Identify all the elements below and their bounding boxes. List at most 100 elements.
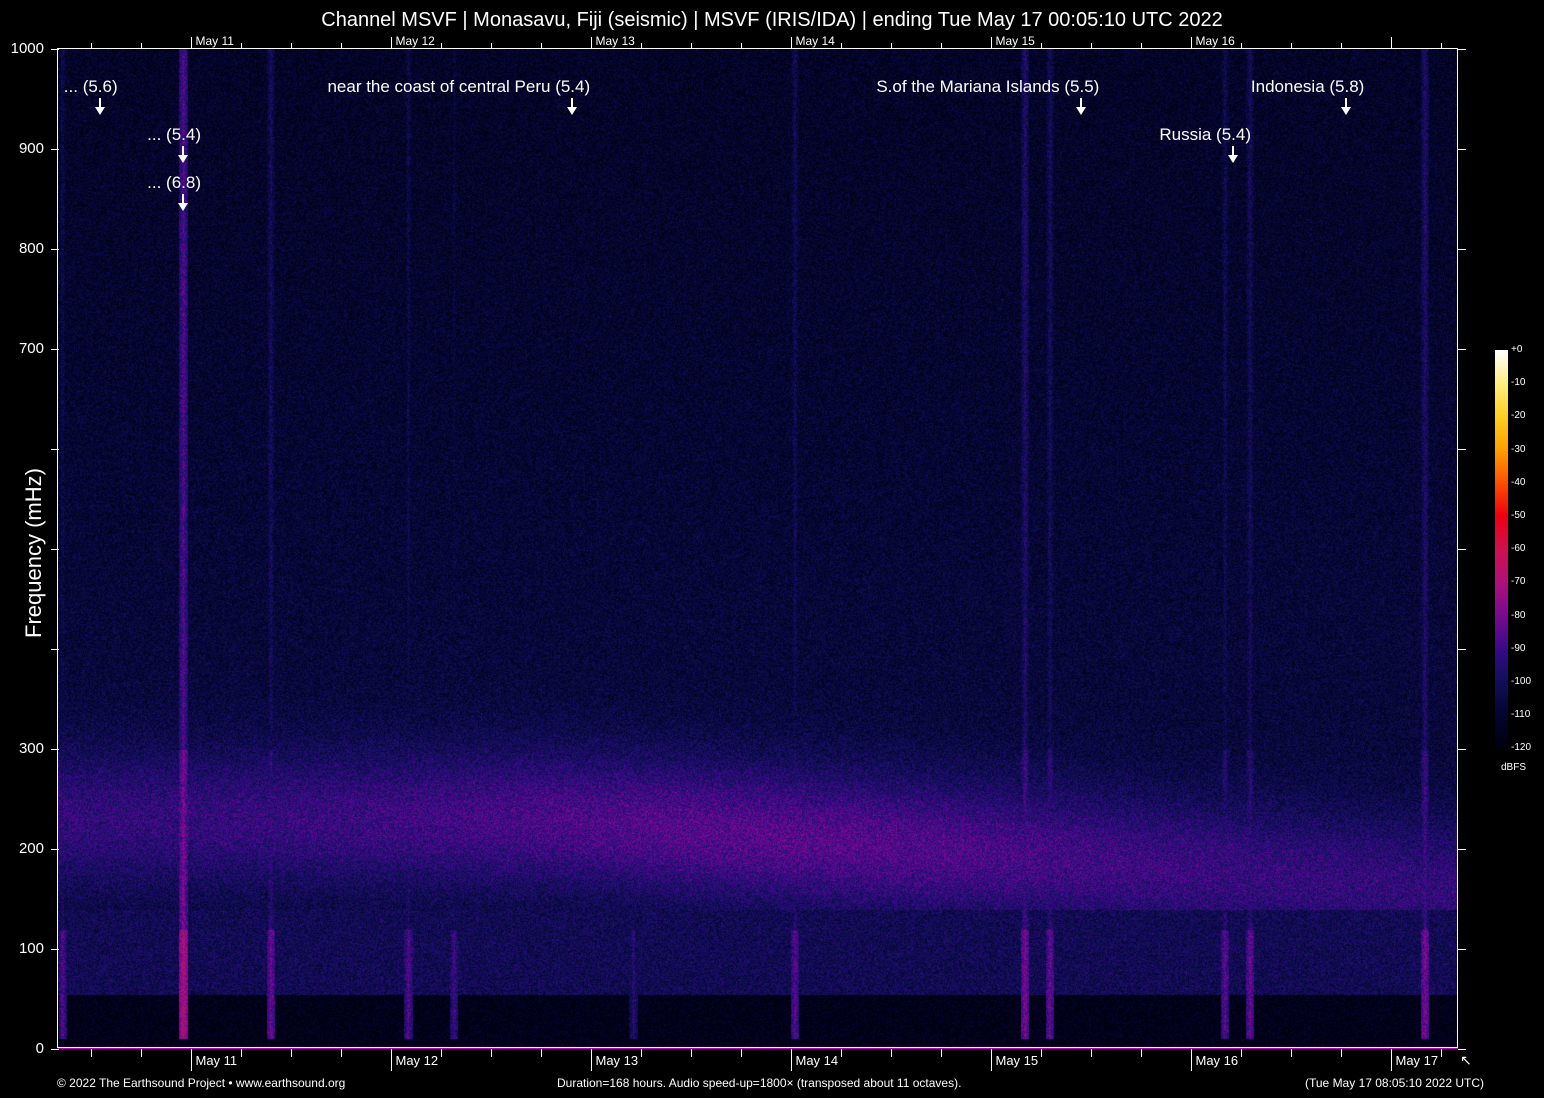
x-tick-label-top: May 12 bbox=[396, 34, 435, 48]
x-tick-top bbox=[441, 43, 442, 49]
event-label: ... (5.6) bbox=[64, 77, 118, 97]
x-tick-label: May 17 bbox=[1396, 1053, 1439, 1068]
x-tick-minor bbox=[491, 1049, 492, 1057]
colorbar-tick-label: -110 bbox=[1511, 709, 1530, 720]
colorbar-tick-label: -80 bbox=[1511, 610, 1525, 621]
y-tick-right bbox=[1458, 849, 1466, 850]
event-label: ... (6.8) bbox=[147, 173, 201, 193]
x-tick-label-top: May 14 bbox=[796, 34, 835, 48]
x-tick-major bbox=[591, 1049, 592, 1071]
x-tick-top bbox=[1341, 43, 1342, 49]
x-tick-label-top: May 11 bbox=[196, 34, 234, 48]
x-tick-top bbox=[1441, 43, 1442, 49]
x-tick-top bbox=[591, 37, 592, 49]
colorbar-tick-label: -30 bbox=[1511, 444, 1525, 455]
x-tick-minor bbox=[1441, 1049, 1442, 1057]
event-arrowhead-icon bbox=[95, 107, 105, 115]
spectrogram-plot bbox=[58, 49, 1458, 1049]
y-tick-right bbox=[1458, 649, 1466, 650]
x-tick-top bbox=[1241, 43, 1242, 49]
x-tick-minor bbox=[1141, 1049, 1142, 1057]
x-tick-top bbox=[1091, 43, 1092, 49]
x-tick-top bbox=[791, 37, 792, 49]
y-tick-label: 0 bbox=[0, 1040, 44, 1057]
x-tick-top bbox=[891, 43, 892, 49]
x-tick-top bbox=[991, 37, 992, 49]
chart-title: Channel MSVF | Monasavu, Fiji (seismic) … bbox=[0, 9, 1544, 32]
footer-duration: Duration=168 hours. Audio speed-up=1800×… bbox=[557, 1076, 961, 1090]
event-arrowhead-icon bbox=[178, 203, 188, 211]
event-arrowhead-icon bbox=[1228, 155, 1238, 163]
event-label: near the coast of central Peru (5.4) bbox=[327, 77, 590, 97]
y-tick-label: 900 bbox=[0, 140, 44, 157]
x-tick-minor bbox=[441, 1049, 442, 1057]
y-tick-right bbox=[1458, 149, 1466, 150]
x-tick-top bbox=[541, 43, 542, 49]
x-tick-minor bbox=[341, 1049, 342, 1057]
x-tick-minor bbox=[141, 1049, 142, 1057]
x-tick-label-top: May 15 bbox=[996, 34, 1035, 48]
x-tick-major bbox=[1191, 1049, 1192, 1071]
x-tick-label: May 12 bbox=[396, 1053, 439, 1068]
x-tick-top bbox=[91, 43, 92, 49]
y-tick-left bbox=[51, 49, 59, 50]
y-tick-left bbox=[51, 449, 59, 450]
x-tick-minor bbox=[1341, 1049, 1342, 1057]
colorbar-unit: dBFS bbox=[1501, 762, 1526, 773]
event-label: Russia (5.4) bbox=[1159, 125, 1251, 145]
x-tick-top bbox=[691, 43, 692, 49]
x-tick-label: May 14 bbox=[796, 1053, 839, 1068]
y-tick-label: 200 bbox=[0, 840, 44, 857]
y-tick-left bbox=[51, 749, 59, 750]
x-tick-top bbox=[841, 43, 842, 49]
y-tick-left bbox=[51, 1049, 59, 1050]
x-tick-top bbox=[1041, 43, 1042, 49]
x-tick-label-top: May 13 bbox=[596, 34, 635, 48]
event-arrowhead-icon bbox=[1076, 107, 1086, 115]
colorbar-tick-label: -90 bbox=[1511, 643, 1525, 654]
x-tick-major bbox=[191, 1049, 192, 1071]
colorbar-tick-label: -120 bbox=[1511, 742, 1531, 753]
x-tick-top bbox=[391, 37, 392, 49]
x-tick-top bbox=[1291, 43, 1292, 49]
x-tick-minor bbox=[941, 1049, 942, 1057]
x-tick-top bbox=[491, 43, 492, 49]
x-tick-minor bbox=[1241, 1049, 1242, 1057]
y-tick-label: 800 bbox=[0, 240, 44, 257]
x-tick-minor bbox=[841, 1049, 842, 1057]
y-axis-title: Frequency (mHz) bbox=[21, 463, 47, 643]
x-tick-top bbox=[641, 43, 642, 49]
x-tick-top bbox=[941, 43, 942, 49]
y-tick-right bbox=[1458, 449, 1466, 450]
footer-local-time: (Tue May 17 08:05:10 2022 UTC) bbox=[1305, 1076, 1484, 1090]
x-tick-minor bbox=[91, 1049, 92, 1057]
x-tick-top bbox=[1191, 37, 1192, 49]
x-tick-minor bbox=[541, 1049, 542, 1057]
y-tick-right bbox=[1458, 949, 1466, 950]
x-tick-major bbox=[991, 1049, 992, 1071]
colorbar bbox=[1495, 350, 1508, 748]
x-tick-label: May 13 bbox=[596, 1053, 639, 1068]
event-arrowhead-icon bbox=[1341, 107, 1351, 115]
x-tick-label-top: May 16 bbox=[1196, 34, 1235, 48]
colorbar-tick-label: -40 bbox=[1511, 477, 1525, 488]
y-tick-left bbox=[51, 249, 59, 250]
event-arrowhead-icon bbox=[567, 107, 577, 115]
y-tick-right bbox=[1458, 1049, 1466, 1050]
y-tick-right bbox=[1458, 349, 1466, 350]
x-tick-minor bbox=[641, 1049, 642, 1057]
x-tick-minor bbox=[1291, 1049, 1292, 1057]
x-tick-top bbox=[741, 43, 742, 49]
event-arrowhead-icon bbox=[178, 155, 188, 163]
x-tick-major bbox=[791, 1049, 792, 1071]
y-tick-left bbox=[51, 949, 59, 950]
y-tick-label: 300 bbox=[0, 740, 44, 757]
event-label: ... (5.4) bbox=[147, 125, 201, 145]
footer-copyright: © 2022 The Earthsound Project • www.eart… bbox=[57, 1076, 345, 1090]
x-tick-top bbox=[241, 43, 242, 49]
event-label: S.of the Mariana Islands (5.5) bbox=[876, 77, 1099, 97]
colorbar-tick-label: +0 bbox=[1511, 344, 1522, 355]
x-tick-minor bbox=[1041, 1049, 1042, 1057]
colorbar-tick-label: -20 bbox=[1511, 410, 1525, 421]
mouse-cursor-icon: ↖ bbox=[1460, 1052, 1472, 1069]
